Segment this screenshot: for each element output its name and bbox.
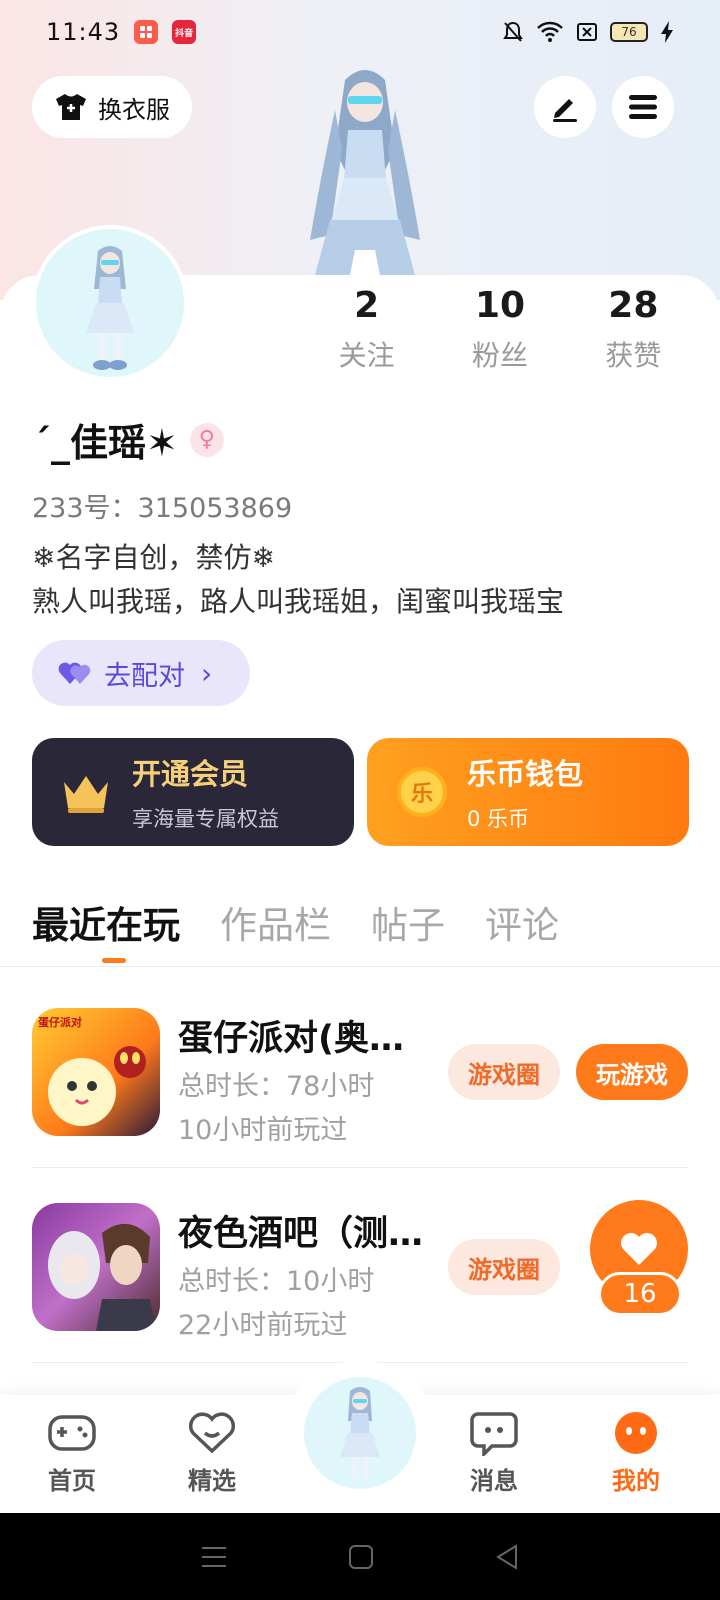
game-title: 夜色酒吧（测… — [178, 1214, 424, 1254]
charging-icon — [661, 21, 673, 43]
bottom-navigation: 首页 精选 消息 我的 — [0, 1361, 720, 1513]
app-notification-icon — [134, 20, 159, 44]
heart-icon — [621, 1233, 657, 1265]
chat-icon — [470, 1412, 518, 1456]
avatar[interactable] — [32, 225, 188, 381]
tabs-divider — [0, 966, 720, 967]
game-duration: 总时长：10小时 — [178, 1266, 375, 1297]
coin-wallet-card[interactable]: 乐 乐币钱包 0 乐币 — [367, 738, 689, 846]
status-bar: 11:43 抖音 76 — [0, 0, 720, 64]
active-tab-indicator — [102, 958, 126, 963]
system-navigation-bar — [0, 1513, 720, 1600]
coin-wallet-title: 乐币钱包 — [467, 757, 584, 791]
game-icon-night-bar[interactable] — [32, 1203, 160, 1331]
bio-line-1: ❄名字自创，禁仿❄ — [32, 541, 275, 574]
shirt-icon — [56, 94, 86, 120]
crown-icon — [64, 776, 108, 813]
stat-following-label: 关注 — [338, 339, 395, 372]
game-last-played: 10小时前玩过 — [178, 1115, 348, 1146]
stat-followers-label: 粉丝 — [471, 339, 528, 372]
stat-followers[interactable]: 10 粉丝 — [433, 282, 566, 374]
nav-home[interactable]: 首页 — [22, 1409, 122, 1496]
game-list-item[interactable]: 蛋仔派对 蛋仔派对(奥… 总时长：78小时 10小时前玩过 游戏圈 玩游戏 — [32, 1008, 688, 1146]
nav-messages-label: 消息 — [470, 1467, 518, 1495]
recent-apps-icon[interactable] — [200, 1545, 228, 1569]
tab-comments[interactable]: 评论 — [485, 895, 559, 949]
stat-followers-count: 10 — [474, 285, 526, 326]
game-circle-button[interactable]: 游戏圈 — [448, 1044, 560, 1100]
vip-title: 开通会员 — [132, 757, 249, 791]
vip-membership-card[interactable]: 开通会员 享海量专属权益 — [32, 738, 354, 846]
status-time: 11:43 — [46, 18, 121, 46]
double-heart-icon — [58, 662, 91, 684]
gender-female-icon: ♀ — [189, 422, 224, 457]
like-count: 16 — [598, 1272, 682, 1316]
heart-outline-icon — [188, 1412, 236, 1454]
menu-button[interactable] — [612, 76, 674, 138]
change-outfit-label: 换衣服 — [98, 95, 170, 124]
coin-icon: 乐 — [397, 767, 447, 817]
nickname: ˊ_佳瑶✶ — [32, 421, 178, 465]
tab-recently-played[interactable]: 最近在玩 — [32, 895, 180, 949]
gamepad-icon — [48, 1415, 96, 1451]
tab-works[interactable]: 作品栏 — [220, 895, 331, 949]
avatar-figure-icon — [86, 246, 134, 370]
profile-stats: 2 关注 10 粉丝 28 获赞 — [300, 282, 700, 374]
stat-likes[interactable]: 28 获赞 — [567, 282, 700, 374]
game-icon-eggy-party[interactable]: 蛋仔派对 — [32, 1008, 160, 1136]
match-button-label: 去配对 — [104, 660, 185, 692]
stat-likes-label: 获赞 — [605, 339, 662, 372]
game-last-played: 22小时前玩过 — [178, 1310, 348, 1341]
wifi-icon — [537, 21, 563, 42]
stat-following[interactable]: 2 关注 — [300, 282, 433, 374]
home-icon[interactable] — [348, 1544, 374, 1570]
sim-off-icon — [577, 23, 597, 41]
battery-icon: 76 — [610, 22, 648, 42]
change-outfit-button[interactable]: 换衣服 — [32, 76, 192, 138]
bio-line-2: 熟人叫我瑶，路人叫我瑶姐，闺蜜叫我瑶宝 — [32, 585, 565, 618]
match-button[interactable]: 去配对 › — [32, 640, 250, 706]
game-title: 蛋仔派对(奥… — [178, 1019, 404, 1059]
nav-featured[interactable]: 精选 — [162, 1409, 262, 1496]
game-icon-caption: 蛋仔派对 — [38, 1016, 82, 1029]
user-id[interactable]: 233号：315053869 — [32, 486, 292, 525]
edit-icon — [553, 99, 577, 122]
game-circle-button[interactable]: 游戏圈 — [448, 1239, 560, 1295]
stat-likes-count: 28 — [608, 285, 659, 326]
vip-subtitle: 享海量专属权益 — [132, 807, 279, 831]
menu-icon — [629, 95, 657, 119]
floating-like-button[interactable]: 16 — [578, 1200, 688, 1316]
avatar-character-figure[interactable] — [290, 60, 440, 285]
profile-face-icon — [615, 1412, 657, 1454]
nav-me-label: 我的 — [612, 1467, 660, 1495]
game-duration: 总时长：78小时 — [178, 1071, 375, 1102]
coin-wallet-balance: 0 乐币 — [467, 807, 530, 831]
nav-messages[interactable]: 消息 — [444, 1409, 544, 1496]
chevron-right-icon: › — [201, 656, 213, 690]
nav-featured-label: 精选 — [188, 1467, 236, 1495]
edit-profile-button[interactable] — [534, 76, 596, 138]
stat-following-count: 2 — [354, 285, 380, 326]
tab-posts[interactable]: 帖子 — [371, 895, 445, 949]
douyin-notification-icon: 抖音 — [172, 20, 197, 44]
center-avatar-figure-icon — [340, 1387, 380, 1479]
list-divider — [32, 1167, 688, 1168]
status-icons: 76 — [502, 20, 674, 44]
nickname-row: ˊ_佳瑶✶ ♀ — [32, 412, 224, 467]
nav-me[interactable]: 我的 — [586, 1409, 686, 1496]
back-icon[interactable] — [494, 1543, 520, 1570]
play-game-button[interactable]: 玩游戏 — [576, 1044, 688, 1100]
mute-bell-icon — [503, 21, 523, 42]
night-bar-art-icon — [48, 1223, 156, 1331]
profile-tabs: 最近在玩 作品栏 帖子 评论 — [32, 895, 559, 949]
nav-home-label: 首页 — [48, 1467, 96, 1495]
nav-center-avatar[interactable] — [304, 1377, 416, 1489]
